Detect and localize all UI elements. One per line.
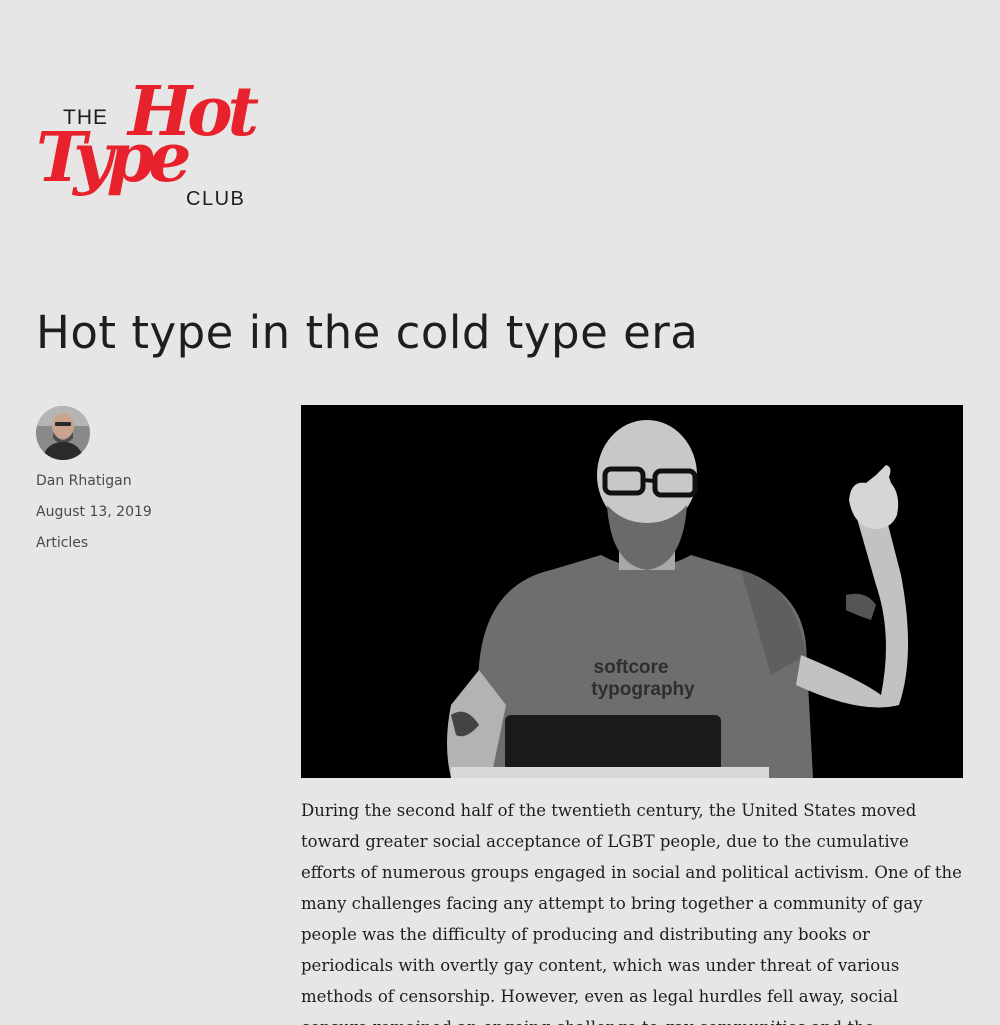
author-avatar[interactable] [36, 406, 90, 460]
hero-image: softcore typography [301, 405, 963, 778]
shirt-text-line-2: typography [591, 679, 695, 700]
speaker-photo-illustration: softcore typography [301, 405, 963, 778]
logo-word-club: CLUB [186, 188, 246, 210]
page-title: Hot type in the cold type era [36, 306, 699, 359]
category-link[interactable]: Articles [36, 528, 256, 559]
shirt-text-line-1: softcore [594, 657, 669, 678]
site-logo[interactable]: THE Hot Type CLUB [36, 78, 306, 216]
publish-date: August 13, 2019 [36, 504, 152, 520]
article-paragraph: During the second half of the twentieth … [301, 801, 962, 1025]
avatar-portrait-image [36, 406, 90, 460]
author-link[interactable]: Dan Rhatigan [36, 466, 256, 497]
article-meta: Dan Rhatigan August 13, 2019 Articles [36, 406, 256, 559]
logo-word-type: Type [36, 118, 191, 198]
